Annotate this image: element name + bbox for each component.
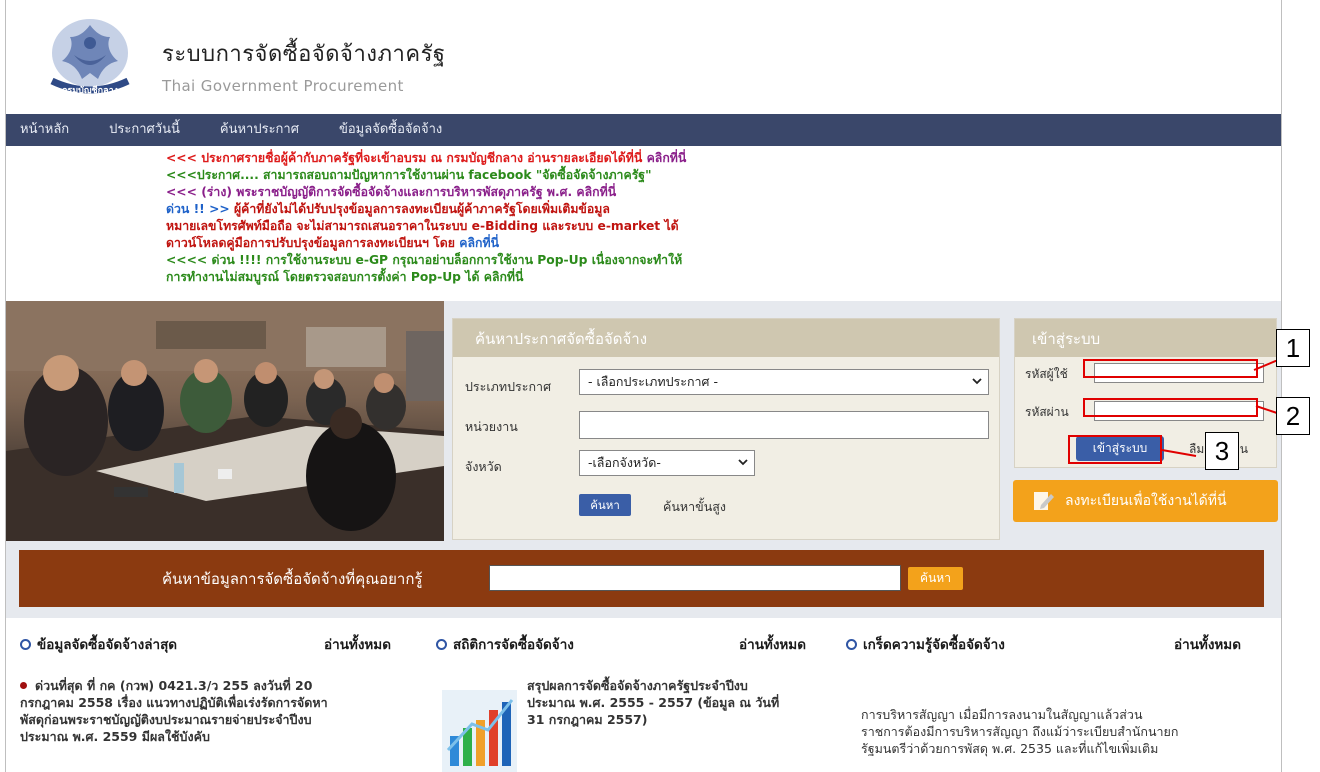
callout-1-label: 1 <box>1276 329 1310 367</box>
advanced-search-link[interactable]: ค้นหาขั้นสูง <box>663 497 726 517</box>
svg-text:กรมบัญชีกลาง: กรมบัญชีกลาง <box>62 85 118 96</box>
statistics-title[interactable]: สถิติการจัดซื้อจัดจ้าง <box>436 633 574 655</box>
news-line[interactable]: <<<ประกาศ.... สามารถสอบถามปัญหาการใช้งาน… <box>166 167 1281 184</box>
global-search-button[interactable]: ค้นหา <box>908 567 963 590</box>
latest-procurement-title[interactable]: ข้อมูลจัดซื้อจัดจ้างล่าสุด <box>20 633 177 655</box>
browser-frame: กรมบัญชีกลาง ระบบการจัดซื้อจัดจ้างภาครัฐ… <box>5 0 1282 772</box>
callout-3-highlight <box>1068 435 1162 464</box>
callout-2-label: 2 <box>1276 397 1310 435</box>
knowledge-read-all-link[interactable]: อ่านทั้งหมด <box>1174 633 1241 655</box>
province-select-value: -เลือกจังหวัด- <box>588 455 661 470</box>
nav-item-home[interactable]: หน้าหลัก <box>6 114 89 146</box>
circle-bullet-icon <box>20 639 31 650</box>
meeting-photo <box>6 301 444 541</box>
callout-1-highlight <box>1083 359 1258 378</box>
news-segment: คลิกที่นี่ <box>459 236 499 250</box>
news-line[interactable]: <<< ประกาศรายชื่อผู้ค้ากับภาครัฐที่จะเข้… <box>166 150 1281 167</box>
garuda-logo-icon[interactable]: กรมบัญชีกลาง <box>44 15 136 97</box>
type-select[interactable]: - เลือกประเภทประกาศ - <box>579 369 989 395</box>
callout-3-label: 3 <box>1205 432 1239 470</box>
site-header: กรมบัญชีกลาง ระบบการจัดซื้อจัดจ้างภาครัฐ… <box>6 0 1281 114</box>
stats-chart-icon[interactable] <box>442 690 517 772</box>
news-line[interactable]: การทำงานไม่สมบูรณ์ โดยตรวจสอบการตั้งค่า … <box>166 269 1281 286</box>
global-search-bar: ค้นหาข้อมูลการจัดซื้อจัดจ้างที่คุณอยากรู… <box>19 550 1264 607</box>
news-segment: <<<< ด่วน !!!! การใช้งานระบบ e-GP กรุณาอ… <box>166 253 683 267</box>
news-segment: คลิกที่นี่ <box>646 151 687 165</box>
nav-item-search[interactable]: ค้นหาประกาศ <box>200 114 319 146</box>
site-subtitle: Thai Government Procurement <box>162 77 404 95</box>
province-label: จังหวัด <box>465 459 502 474</box>
global-search-label: ค้นหาข้อมูลการจัดซื้อจัดจ้างที่คุณอยากรู… <box>162 570 423 588</box>
knowledge-item[interactable]: การบริหารสัญญา เมื่อมีการลงนามในสัญญาแล้… <box>861 706 1178 757</box>
password-label: รหัสผ่าน <box>1025 405 1069 419</box>
search-button[interactable]: ค้นหา <box>579 494 631 516</box>
statistics-item[interactable]: สรุปผลการจัดซื้อจัดจ้างภาครัฐประจำปีงบ ป… <box>527 677 779 728</box>
circle-bullet-icon <box>846 639 857 650</box>
agency-input[interactable] <box>579 411 989 439</box>
statistics-read-all-link[interactable]: อ่านทั้งหมด <box>739 633 806 655</box>
bullet-icon <box>20 682 27 689</box>
global-search-input[interactable] <box>489 565 901 591</box>
page: กรมบัญชีกลาง ระบบการจัดซื้อจัดจ้างภาครัฐ… <box>0 0 1320 772</box>
edit-document-icon <box>1034 492 1054 510</box>
province-select[interactable]: -เลือกจังหวัด- <box>579 450 755 476</box>
login-panel-title: เข้าสู่ระบบ <box>1015 319 1276 357</box>
news-line[interactable]: ด่วน !! >> ผู้ค้าที่ยังไม่ได้ปรับปรุงข้อ… <box>166 201 1281 218</box>
nav-item-procurement-data[interactable]: ข้อมูลจัดซื้อจัดจ้าง <box>319 114 462 146</box>
news-segment: <<< (ร่าง) พระราชบัญญัติการจัดซื้อจัดจ้า… <box>166 185 617 199</box>
username-label: รหัสผู้ใช้ <box>1025 367 1068 381</box>
callout-3-leader <box>1161 449 1197 457</box>
news-line[interactable]: <<<< ด่วน !!!! การใช้งานระบบ e-GP กรุณาอ… <box>166 252 1281 269</box>
agency-label: หน่วยงาน <box>465 419 518 434</box>
search-panel-title: ค้นหาประกาศจัดซื้อจัดจ้าง <box>453 319 999 357</box>
knowledge-title[interactable]: เกร็ดความรู้จัดซื้อจัดจ้าง <box>846 633 1005 655</box>
news-segment: ดาวน์โหลดคู่มือการปรับปรุงข้อมูลการลงทะเ… <box>166 236 460 250</box>
register-button[interactable]: ลงทะเบียนเพื่อใช้งานได้ที่นี่ <box>1013 480 1278 522</box>
site-title: ระบบการจัดซื้อจัดจ้างภาครัฐ <box>162 42 446 67</box>
circle-bullet-icon <box>436 639 447 650</box>
chevron-down-icon <box>738 459 748 466</box>
register-button-label: ลงทะเบียนเพื่อใช้งานได้ที่นี่ <box>1065 493 1227 509</box>
news-segment: ผู้ค้าที่ยังไม่ได้ปรับปรุงข้อมูลการลงทะเ… <box>233 202 610 216</box>
news-segment: ด่วน !! >> <box>166 202 234 216</box>
main-nav: หน้าหลัก ประกาศวันนี้ ค้นหาประกาศ ข้อมูล… <box>6 114 1281 146</box>
news-ticker: <<< ประกาศรายชื่อผู้ค้ากับภาครัฐที่จะเข้… <box>6 146 1281 301</box>
announcement-search-panel: ค้นหาประกาศจัดซื้อจัดจ้าง ประเภทประกาศ -… <box>452 318 1000 540</box>
news-line[interactable]: <<< (ร่าง) พระราชบัญญัติการจัดซื้อจัดจ้า… <box>166 184 1281 201</box>
nav-item-today[interactable]: ประกาศวันนี้ <box>89 114 200 146</box>
news-line[interactable]: หมายเลขโทรศัพท์มือถือ จะไม่สามารถเสนอราค… <box>166 218 1281 235</box>
callout-2-highlight <box>1083 398 1258 417</box>
type-label: ประเภทประกาศ <box>465 379 551 394</box>
news-segment: <<< ประกาศรายชื่อผู้ค้ากับภาครัฐที่จะเข้… <box>166 151 647 165</box>
latest-read-all-link[interactable]: อ่านทั้งหมด <box>324 633 391 655</box>
chevron-down-icon <box>972 378 982 385</box>
news-segment: หมายเลขโทรศัพท์มือถือ จะไม่สามารถเสนอราค… <box>166 219 679 233</box>
type-select-value: - เลือกประเภทประกาศ - <box>588 374 718 389</box>
news-segment: การทำงานไม่สมบูรณ์ โดยตรวจสอบการตั้งค่า … <box>166 270 524 284</box>
news-line[interactable]: ดาวน์โหลดคู่มือการปรับปรุงข้อมูลการลงทะเ… <box>166 235 1281 252</box>
latest-news-item[interactable]: ด่วนที่สุด ที่ กค (กวพ) 0421.3/ว 255 ลงว… <box>20 677 328 745</box>
news-segment: <<<ประกาศ.... สามารถสอบถามปัญหาการใช้งาน… <box>166 168 652 182</box>
